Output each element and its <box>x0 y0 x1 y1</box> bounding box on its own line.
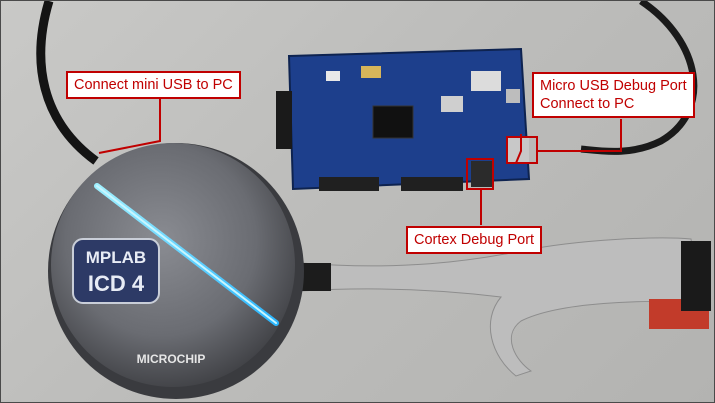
device-brand: MICROCHIP <box>137 352 206 366</box>
hardware-photo: MPLAB ICD 4 MICROCHIP <box>36 1 711 399</box>
device-logo-line1: MPLAB <box>86 248 146 267</box>
callout-mini-usb-text: Connect mini USB to PC <box>74 77 233 93</box>
callout-cortex-text: Cortex Debug Port <box>414 232 535 248</box>
callout-micro-usb-line2: Connect to PC <box>540 96 635 112</box>
callout-mini-usb: Connect mini USB to PC <box>66 71 241 99</box>
callout-micro-usb-line1: Micro USB Debug Port <box>540 78 687 94</box>
ribbon-cable <box>300 237 711 377</box>
micro-usb-leader-2 <box>537 119 622 152</box>
mplab-icd4-debugger: MPLAB ICD 4 MICROCHIP <box>48 143 304 399</box>
callout-cortex: Cortex Debug Port <box>406 226 543 254</box>
mini-usb-leader <box>98 97 161 154</box>
screenshot-frame: MPLAB ICD 4 MICROCHIP Connect mini USB t… <box>0 0 715 403</box>
dev-board <box>276 47 531 191</box>
device-logo-line2: ICD 4 <box>88 271 145 296</box>
callout-micro-usb: Micro USB Debug Port Connect to PC <box>532 72 695 118</box>
